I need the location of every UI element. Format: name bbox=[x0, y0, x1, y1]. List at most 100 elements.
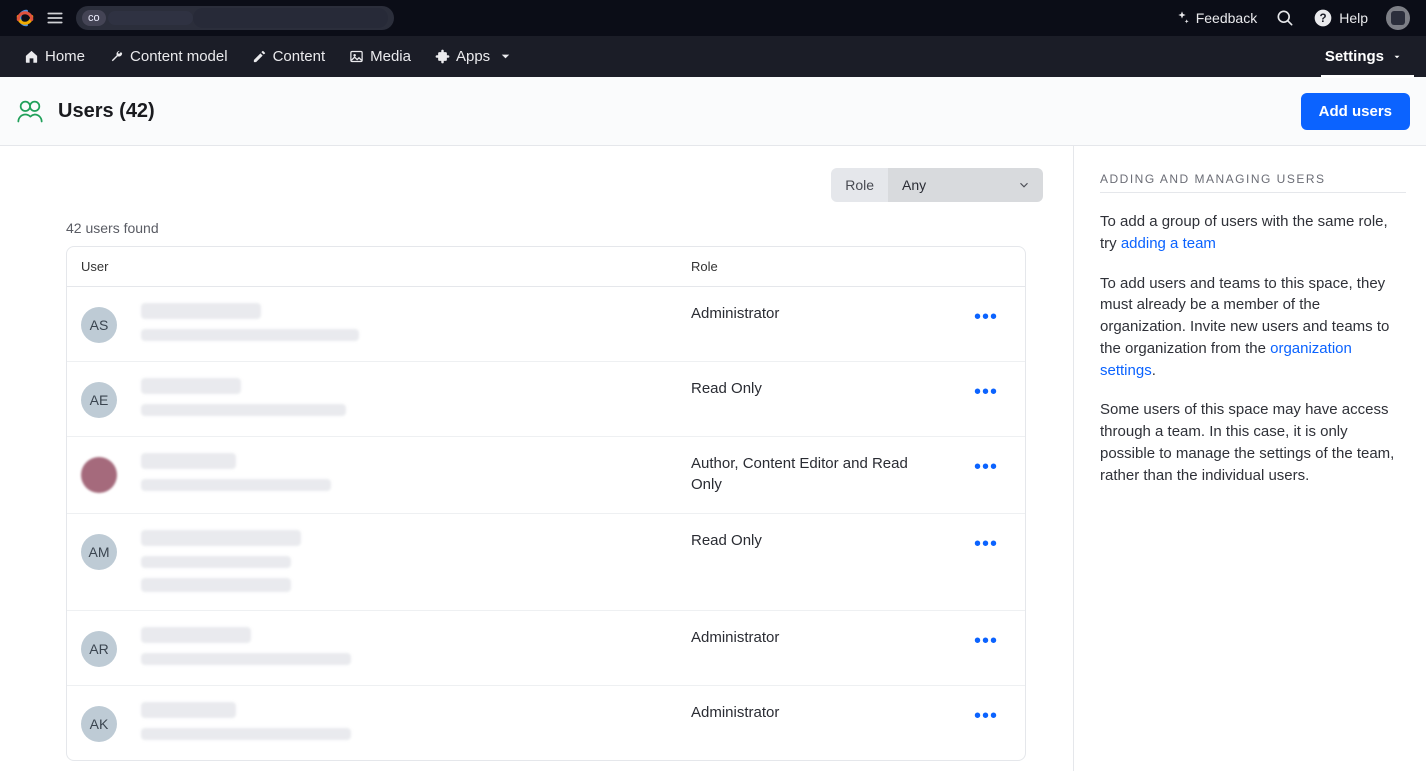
role-filter-value: Any bbox=[902, 177, 926, 193]
hamburger-menu-icon[interactable] bbox=[46, 9, 64, 27]
main-scroll[interactable]: Role Any 42 users found User Role ASAdmi… bbox=[0, 146, 1073, 771]
feedback-label: Feedback bbox=[1196, 10, 1257, 26]
user-cell: AR bbox=[81, 627, 691, 667]
user-avatar-initials bbox=[81, 457, 117, 493]
user-name-redacted bbox=[141, 702, 236, 718]
user-cell: AS bbox=[81, 303, 691, 343]
svg-text:?: ? bbox=[1320, 12, 1327, 25]
actions-cell: ••• bbox=[951, 702, 1021, 726]
row-more-button[interactable]: ••• bbox=[968, 307, 1004, 327]
role-cell: Administrator bbox=[691, 627, 951, 648]
chevron-down-icon bbox=[498, 49, 513, 64]
sidebar-paragraph-2: To add users and teams to this space, th… bbox=[1100, 273, 1406, 382]
chevron-down-icon bbox=[1017, 178, 1031, 192]
user-email-redacted bbox=[141, 556, 291, 568]
nav-content-model[interactable]: Content model bbox=[97, 36, 240, 77]
actions-cell: ••• bbox=[951, 627, 1021, 651]
user-cell: AM bbox=[81, 530, 691, 592]
user-email-redacted bbox=[141, 329, 359, 341]
actions-cell: ••• bbox=[951, 378, 1021, 402]
user-text bbox=[141, 702, 351, 740]
row-more-button[interactable]: ••• bbox=[968, 631, 1004, 651]
row-more-button[interactable]: ••• bbox=[968, 457, 1004, 477]
user-name-redacted bbox=[141, 378, 241, 394]
role-cell: Author, Content Editor and Read Only bbox=[691, 453, 951, 495]
user-text bbox=[141, 453, 331, 491]
user-text bbox=[141, 627, 351, 665]
row-more-button[interactable]: ••• bbox=[968, 534, 1004, 554]
sidebar-paragraph-3: Some users of this space may have access… bbox=[1100, 399, 1406, 486]
org-name-redacted bbox=[108, 11, 193, 25]
role-filter-label: Role bbox=[831, 168, 888, 202]
home-icon bbox=[24, 49, 39, 64]
help-label: Help bbox=[1339, 10, 1368, 26]
org-space-switcher[interactable]: co bbox=[76, 6, 394, 30]
user-avatar-initials: AM bbox=[81, 534, 117, 570]
table-row: AKAdministrator ••• bbox=[67, 686, 1025, 760]
user-cell: AK bbox=[81, 702, 691, 742]
user-extra-redacted bbox=[141, 578, 291, 592]
page-title: Users (42) bbox=[58, 100, 155, 123]
user-email-redacted bbox=[141, 404, 346, 416]
role-cell: Read Only bbox=[691, 378, 951, 399]
adding-a-team-link[interactable]: adding a team bbox=[1121, 235, 1216, 252]
nav-apps[interactable]: Apps bbox=[423, 36, 525, 77]
nav-home-label: Home bbox=[45, 48, 85, 65]
wrench-icon bbox=[109, 49, 124, 64]
user-email-redacted bbox=[141, 479, 331, 491]
image-icon bbox=[349, 49, 364, 64]
user-email-redacted bbox=[141, 728, 351, 740]
help-button[interactable]: ? Help bbox=[1313, 8, 1368, 28]
org-prefix: co bbox=[82, 10, 106, 26]
row-more-button[interactable]: ••• bbox=[968, 706, 1004, 726]
user-text bbox=[141, 530, 301, 592]
user-avatar[interactable] bbox=[1386, 6, 1410, 30]
table-row: ASAdministrator ••• bbox=[67, 287, 1025, 362]
nav-settings[interactable]: Settings bbox=[1313, 36, 1414, 77]
nav-apps-label: Apps bbox=[456, 48, 490, 65]
nav-settings-label: Settings bbox=[1325, 48, 1384, 65]
page-header: Users (42) Add users bbox=[0, 77, 1426, 146]
role-cell: Administrator bbox=[691, 702, 951, 723]
actions-cell: ••• bbox=[951, 530, 1021, 554]
feedback-button[interactable]: Feedback bbox=[1174, 10, 1257, 26]
user-cell bbox=[81, 453, 691, 493]
main-scroll-container: Role Any 42 users found User Role ASAdmi… bbox=[0, 146, 1074, 771]
user-text bbox=[141, 378, 346, 416]
row-more-button[interactable]: ••• bbox=[968, 382, 1004, 402]
help-sidebar: ADDING AND MANAGING USERS To add a group… bbox=[1074, 146, 1426, 771]
nav-content-model-label: Content model bbox=[130, 48, 228, 65]
users-table: User Role ASAdministrator•••AERead Only•… bbox=[66, 246, 1026, 761]
table-row: Author, Content Editor and Read Only ••• bbox=[67, 437, 1025, 514]
sidebar-paragraph-1: To add a group of users with the same ro… bbox=[1100, 211, 1406, 255]
user-cell: AE bbox=[81, 378, 691, 418]
nav-home[interactable]: Home bbox=[12, 36, 97, 77]
puzzle-icon bbox=[435, 49, 450, 64]
filter-row: Role Any bbox=[66, 168, 1043, 202]
role-cell: Administrator bbox=[691, 303, 951, 324]
pencil-icon bbox=[252, 49, 267, 64]
page-body: Role Any 42 users found User Role ASAdmi… bbox=[0, 146, 1426, 771]
nav-content-label: Content bbox=[273, 48, 326, 65]
search-icon[interactable] bbox=[1275, 8, 1295, 28]
user-name-redacted bbox=[141, 303, 261, 319]
space-name-redacted bbox=[193, 8, 388, 28]
role-filter-select[interactable]: Any bbox=[888, 168, 1043, 202]
sidebar-heading: ADDING AND MANAGING USERS bbox=[1100, 172, 1406, 193]
user-avatar-initials: AR bbox=[81, 631, 117, 667]
actions-cell: ••• bbox=[951, 453, 1021, 477]
user-name-redacted bbox=[141, 530, 301, 546]
top-app-bar: co Feedback ? Help bbox=[0, 0, 1426, 36]
actions-cell: ••• bbox=[951, 303, 1021, 327]
table-row: AR Administrator ••• bbox=[67, 611, 1025, 686]
users-table-header: User Role bbox=[67, 247, 1025, 287]
user-avatar-initials: AE bbox=[81, 382, 117, 418]
add-users-button[interactable]: Add users bbox=[1301, 93, 1410, 130]
users-found-text: 42 users found bbox=[66, 220, 1043, 236]
logo-icon bbox=[16, 9, 34, 27]
nav-media[interactable]: Media bbox=[337, 36, 423, 77]
nav-content[interactable]: Content bbox=[240, 36, 338, 77]
role-cell: Read Only bbox=[691, 530, 951, 551]
column-header-user: User bbox=[81, 259, 691, 274]
user-name-redacted bbox=[141, 627, 251, 643]
